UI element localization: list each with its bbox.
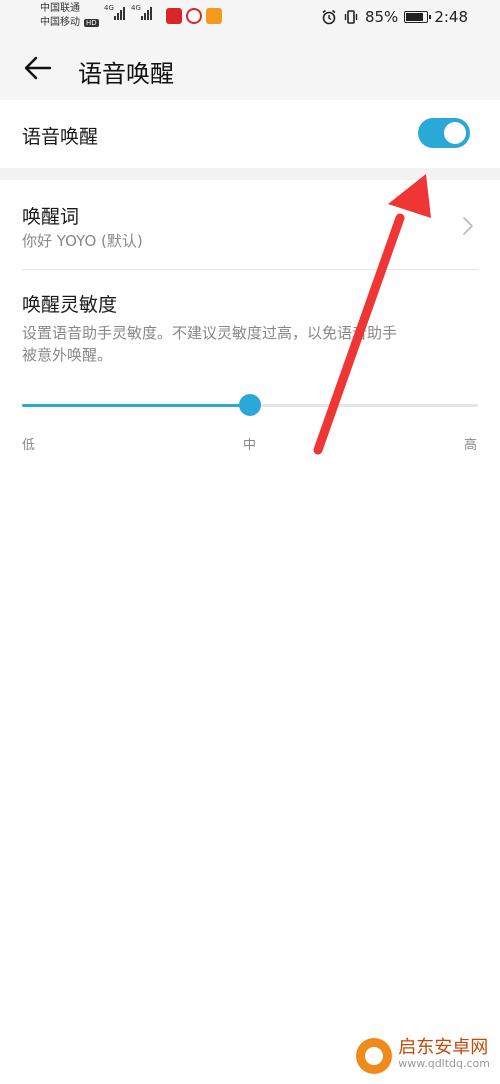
watermark-name: 启东安卓网 (398, 1037, 489, 1058)
signal-icon: 4G (104, 4, 125, 20)
battery-percent: 85% (364, 8, 399, 26)
hd-badge: HD (84, 19, 99, 27)
tick-low: 低 (22, 438, 36, 453)
slider-fill (22, 404, 250, 407)
slider-thumb[interactable] (239, 394, 261, 416)
signal-indicators: 4G 4G (104, 4, 152, 20)
shopping-app-icon (206, 8, 222, 24)
tick-high: 高 (464, 438, 478, 453)
watermark-logo-icon (356, 1038, 393, 1074)
vibrate-icon (344, 10, 358, 24)
status-bar: 中国联通 中国移动 HD 4G 4G 85% 2:48 (0, 0, 500, 36)
battery-icon (404, 11, 432, 23)
carrier-1: 中国联通 (40, 3, 80, 14)
notification-icons (166, 8, 222, 24)
clock: 2:48 (434, 8, 468, 26)
bank-app-icon (166, 8, 182, 24)
carrier-info: 中国联通 中国移动 HD (40, 2, 99, 30)
wake-toggle-label: 语音唤醒 (22, 126, 99, 148)
wake-toggle-row[interactable]: 语音唤醒 (0, 100, 500, 168)
watermark: 启东安卓网 www.qdltdq.com (356, 1038, 490, 1074)
alarm-icon (322, 9, 336, 25)
merchants-bank-icon (186, 8, 202, 24)
app-header: 语音唤醒 (0, 36, 500, 100)
sensitivity-label: 唤醒灵敏度 (22, 294, 118, 316)
chevron-right-icon (463, 217, 473, 235)
back-arrow-icon[interactable] (22, 52, 54, 84)
status-right: 85% 2:48 (321, 8, 468, 26)
toggle-knob (444, 122, 466, 144)
network-type-1: 4G (104, 4, 114, 12)
annotation-arrow (313, 174, 431, 455)
wake-toggle-switch[interactable] (418, 118, 470, 148)
tick-medium: 中 (243, 438, 257, 453)
carrier-2: 中国移动 (40, 17, 80, 28)
sensitivity-description-line-2: 被意外唤醒。 (22, 346, 113, 364)
watermark-url: www.qdltdq.com (398, 1057, 490, 1070)
page-title: 语音唤醒 (78, 60, 174, 88)
wake-word-label: 唤醒词 (22, 206, 80, 228)
wake-word-value: 你好 YOYO (默认) (22, 232, 143, 250)
signal-icon: 4G (131, 4, 152, 20)
network-type-2: 4G (131, 4, 141, 12)
